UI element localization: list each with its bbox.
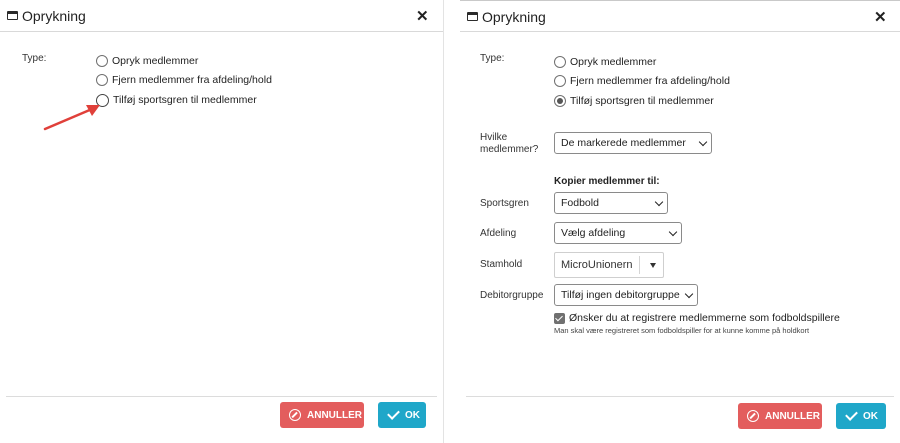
dialog-titlebar: Oprykning ✕: [0, 0, 443, 32]
radio-circle-checked[interactable]: [554, 95, 566, 107]
chevron-down-icon: [654, 197, 664, 207]
close-icon[interactable]: ✕: [874, 8, 887, 26]
radio-label: Opryk medlemmer: [112, 55, 199, 67]
footer-divider: [466, 396, 894, 397]
combo-divider: [639, 256, 640, 274]
department-value: Vælg afdeling: [561, 227, 626, 239]
sport-value: Fodbold: [561, 197, 599, 209]
radio-opryk[interactable]: Opryk medlemmer: [554, 54, 656, 70]
dialog-right: Oprykning ✕ Type: Opryk medlemmer Fjern …: [460, 0, 900, 443]
register-checkbox-label: Ønsker du at registrere medlemmerne som …: [569, 312, 840, 324]
dialog-left: Oprykning ✕ Type: Opryk medlemmer Fjern …: [0, 0, 444, 443]
which-members-label-line2: medlemmer?: [480, 144, 539, 155]
chevron-down-icon: [668, 227, 678, 237]
cancel-button[interactable]: ANNULLER: [280, 402, 364, 428]
ok-button[interactable]: OK: [836, 403, 886, 429]
sport-select[interactable]: Fodbold: [554, 192, 668, 214]
register-checkbox[interactable]: [554, 313, 565, 324]
team-value: MicroUnionern: [561, 259, 633, 271]
ban-icon: [289, 409, 301, 421]
department-select[interactable]: Vælg afdeling: [554, 222, 682, 244]
close-icon[interactable]: ✕: [416, 7, 429, 25]
type-label: Type:: [480, 53, 505, 64]
radio-fjern[interactable]: Fjern medlemmer fra afdeling/hold: [96, 72, 272, 88]
footer-divider: [6, 396, 437, 397]
radio-label: Tilføj sportsgren til medlemmer: [570, 95, 714, 107]
checkmark-icon: [387, 409, 399, 421]
radio-circle[interactable]: [554, 56, 566, 68]
panel-gap: [444, 0, 460, 443]
radio-opryk[interactable]: Opryk medlemmer: [96, 53, 198, 69]
window-icon: [467, 12, 478, 21]
ok-button-label: OK: [405, 409, 420, 421]
ok-button-label: OK: [863, 410, 878, 422]
radio-circle[interactable]: [96, 74, 108, 86]
radio-label: Fjern medlemmer fra afdeling/hold: [112, 74, 272, 86]
radio-fjern[interactable]: Fjern medlemmer fra afdeling/hold: [554, 73, 730, 89]
annotation-arrow-icon: [43, 105, 100, 131]
team-select[interactable]: MicroUnionern: [554, 252, 664, 278]
which-members-label: Hvilke: [480, 132, 508, 143]
checkmark-icon: [845, 410, 857, 422]
radio-tilfoej-selected[interactable]: Tilføj sportsgren til medlemmer: [554, 93, 714, 109]
dialog-titlebar: Oprykning ✕: [460, 0, 900, 32]
cancel-button[interactable]: ANNULLER: [738, 403, 822, 429]
window-icon: [7, 11, 18, 20]
sport-label: Sportsgren: [480, 198, 529, 209]
ban-icon: [747, 410, 759, 422]
department-label: Afdeling: [480, 228, 517, 239]
type-label: Type:: [22, 53, 47, 64]
radio-label: Opryk medlemmer: [570, 56, 657, 68]
cancel-button-label: ANNULLER: [765, 410, 820, 422]
cancel-button-label: ANNULLER: [307, 409, 362, 421]
radio-circle[interactable]: [96, 55, 108, 67]
debtor-value: Tilføj ingen debitorgruppe: [561, 289, 680, 301]
ok-button[interactable]: OK: [378, 402, 426, 428]
radio-label: Fjern medlemmer fra afdeling/hold: [570, 75, 730, 87]
chevron-down-icon: [698, 137, 708, 147]
debtor-select[interactable]: Tilføj ingen debitorgruppe: [554, 284, 698, 306]
dialog-title: Oprykning: [482, 9, 546, 25]
which-members-value: De markerede medlemmer: [561, 137, 686, 149]
chevron-down-icon: [684, 289, 694, 299]
radio-label: Tilføj sportsgren til medlemmer: [113, 94, 257, 106]
which-members-select[interactable]: De markerede medlemmer: [554, 132, 712, 154]
radio-tilfoej[interactable]: Tilføj sportsgren til medlemmer: [96, 92, 257, 108]
team-label: Stamhold: [480, 259, 523, 270]
radio-circle[interactable]: [554, 75, 566, 87]
debtor-label: Debitorgruppe: [480, 290, 544, 301]
register-note: Man skal være registreret som fodboldspi…: [554, 326, 810, 335]
copy-heading: Kopier medlemmer til:: [554, 176, 660, 187]
dialog-title: Oprykning: [22, 8, 86, 24]
caret-down-icon: [650, 263, 656, 268]
